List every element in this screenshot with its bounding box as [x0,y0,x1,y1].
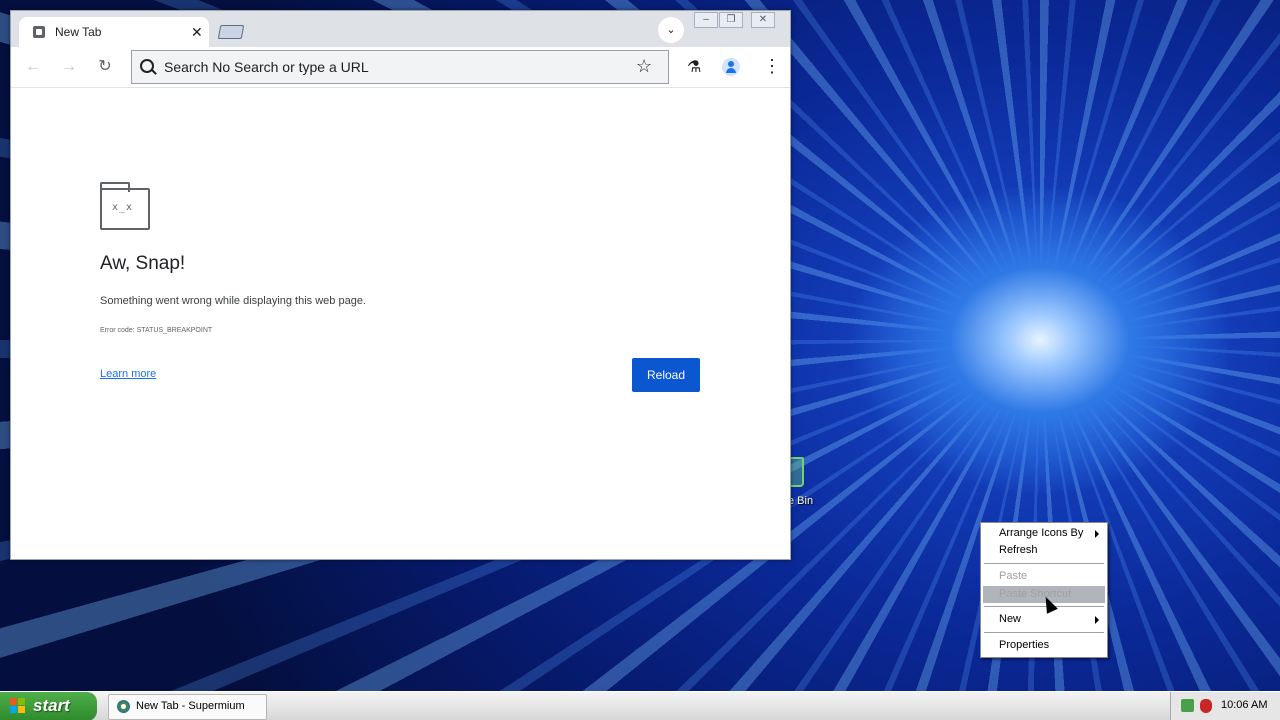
menu-item-new[interactable]: New [983,611,1105,628]
menu-item-arrange-icons-by[interactable]: Arrange Icons By [983,525,1105,542]
browser-menu-icon[interactable]: ⋮ [763,56,781,76]
address-bar-placeholder: Search No Search or type a URL [164,59,369,75]
start-label: start [33,696,70,715]
reload-button[interactable]: Reload [632,358,700,392]
menu-item-label: Arrange Icons By [999,527,1084,539]
menu-item-label: Paste [999,570,1028,582]
menu-separator [984,632,1104,634]
reload-toolbar-button[interactable]: ↻ [95,57,115,77]
back-button[interactable]: ← [23,57,43,77]
error-heading: Aw, Snap! [100,253,186,274]
minimize-button[interactable]: – [694,12,718,28]
tab-search-button[interactable]: ⌄ [658,17,684,43]
tab-strip: New Tab ✕ ⌄ – ❐ ✕ [11,11,790,47]
new-tab-button[interactable] [217,25,245,39]
supermium-icon [117,700,130,713]
error-code: Error code: STATUS_BREAKPOINT [100,327,213,334]
start-button[interactable]: start [0,692,97,720]
forward-button[interactable]: → [59,57,79,77]
windows-logo-icon [10,698,26,714]
error-page: x_x Aw, Snap! Something went wrong while… [11,88,790,559]
desktop-context-menu: Arrange Icons By Refresh Paste Paste Sho… [980,522,1108,658]
restore-button[interactable]: ❐ [719,12,743,28]
sad-tab-folder-lid [100,182,130,192]
bookmark-star-icon[interactable]: ☆ [636,56,652,76]
taskbar-button-supermium[interactable]: New Tab - Supermium [108,694,267,720]
menu-item-label: New [999,613,1022,625]
menu-separator [984,563,1104,565]
tab-title: New Tab [55,25,102,39]
menu-item-refresh[interactable]: Refresh [983,542,1105,559]
clock[interactable]: 10:06 AM [1221,699,1267,711]
recycle-bin-label: e Bin [788,495,814,507]
sad-tab-face: x_x [112,202,134,213]
menu-item-label: Paste Shortcut [999,588,1072,600]
menu-item-paste[interactable]: Paste [983,568,1105,585]
sad-tab-icon: x_x [100,182,150,230]
security-shield-icon[interactable] [1200,699,1212,713]
address-bar[interactable]: Search No Search or type a URL ☆ [131,50,669,84]
page-favicon-icon [33,26,45,38]
taskbar-button-label: New Tab - Supermium [136,700,245,712]
system-tray: 10:06 AM [1170,692,1280,720]
menu-item-label: Refresh [999,544,1038,556]
close-window-button[interactable]: ✕ [751,12,775,28]
tab-new-tab[interactable]: New Tab ✕ [19,17,209,47]
menu-item-label: Properties [999,639,1050,651]
browser-toolbar: ← → ↻ Search No Search or type a URL ☆ ⚗… [11,47,790,88]
search-icon [140,59,154,73]
labs-flask-icon[interactable]: ⚗ [687,57,701,77]
error-description: Something went wrong while displaying th… [100,295,366,307]
profile-avatar-icon[interactable] [722,58,740,76]
tab-close-icon[interactable]: ✕ [191,24,203,41]
menu-item-properties[interactable]: Properties [983,637,1105,654]
submenu-arrow-icon [1095,616,1099,624]
taskbar: start New Tab - Supermium 10:06 AM [0,691,1280,720]
submenu-arrow-icon [1095,530,1099,538]
browser-window: New Tab ✕ ⌄ – ❐ ✕ ← → ↻ Search No Search… [10,10,791,560]
learn-more-link[interactable]: Learn more [100,368,156,380]
network-tray-icon[interactable] [1181,699,1194,712]
